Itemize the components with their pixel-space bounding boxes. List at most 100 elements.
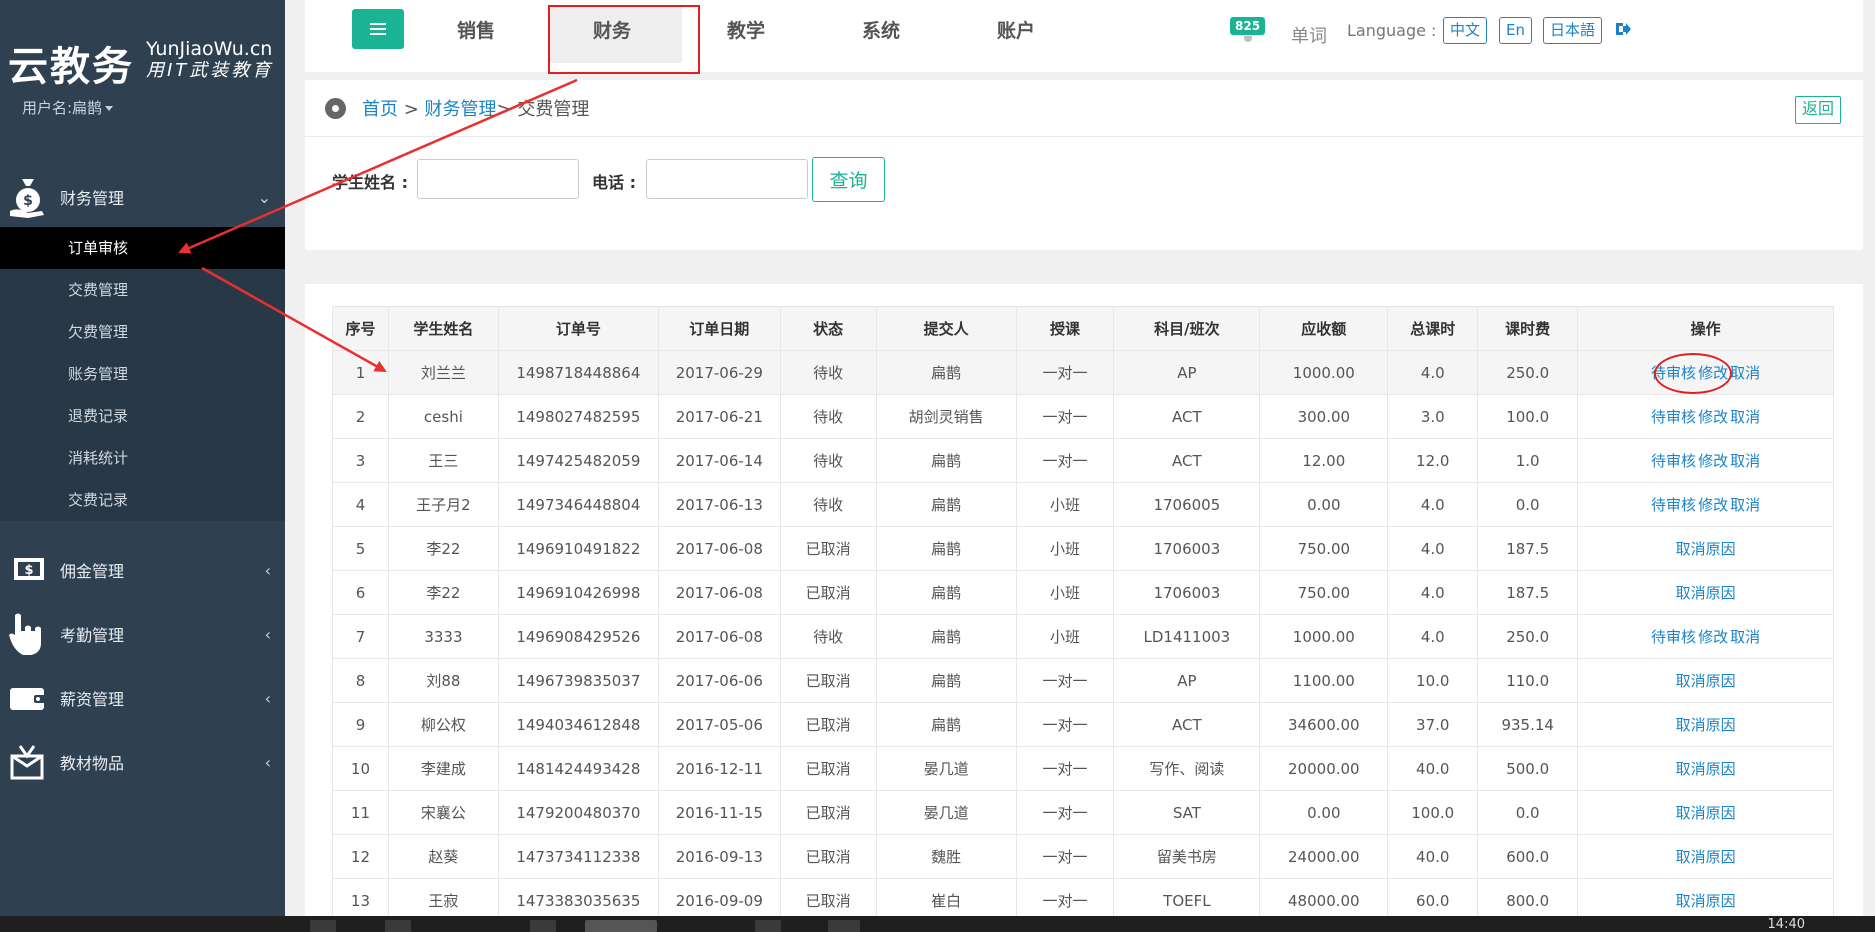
menu-head-commission[interactable]: $ 佣金管理 ‹ xyxy=(0,540,285,600)
notification-badge[interactable]: 825 xyxy=(1230,17,1266,35)
table-cell: 750.00 xyxy=(1259,570,1389,615)
review-link[interactable]: 待审核 xyxy=(1651,628,1696,646)
table-row[interactable]: 8 刘88 1496739835037 2017-06-06 已取消 扁鹊 一对一 AP 110… xyxy=(332,658,1834,703)
table-cell: 扁鹊 xyxy=(875,438,1017,483)
table-row[interactable]: 12 赵葵 1473734112338 2016-09-13 已取消 魏胜 一对一 留美书房 2… xyxy=(332,834,1834,879)
cancel-reason-link[interactable]: 取消原因 xyxy=(1676,672,1736,690)
cancel-link[interactable]: 取消 xyxy=(1730,628,1760,646)
word-link[interactable]: 单词 xyxy=(1291,22,1327,48)
edit-link[interactable]: 修改 xyxy=(1698,364,1728,382)
table-cell: 胡剑灵销售 xyxy=(875,394,1017,439)
cancel-link[interactable]: 取消 xyxy=(1730,408,1760,426)
submenu-item-payment-management[interactable]: 交费管理 xyxy=(0,269,285,311)
back-button[interactable]: 返回 xyxy=(1794,96,1841,124)
edit-link[interactable]: 修改 xyxy=(1698,496,1728,514)
query-button[interactable]: 查询 xyxy=(812,157,885,202)
sign-out-icon[interactable] xyxy=(1615,21,1631,41)
dollar-bill-icon: $ xyxy=(4,546,52,594)
taskbar-app-icon[interactable] xyxy=(385,920,411,932)
table-cell: 一对一 xyxy=(1015,702,1115,747)
nav-item-system[interactable]: 系统 xyxy=(862,16,900,43)
breadcrumb-home-link[interactable]: 首页 xyxy=(362,99,398,120)
table-cell: 柳公权 xyxy=(387,702,499,747)
user-menu[interactable]: 用户名:扁鹊 xyxy=(22,97,114,118)
submenu-item-accounts-management[interactable]: 账务管理 xyxy=(0,353,285,395)
menu-head-salary[interactable]: 薪资管理 ‹ xyxy=(0,668,285,728)
table-cell: 已取消 xyxy=(779,834,877,879)
cancel-reason-link[interactable]: 取消原因 xyxy=(1676,584,1736,602)
table-cell: 1498027482595 xyxy=(497,394,659,439)
cancel-link[interactable]: 取消 xyxy=(1730,364,1760,382)
table-cell: 40.0 xyxy=(1387,834,1479,879)
review-link[interactable]: 待审核 xyxy=(1651,364,1696,382)
menu-head-finance[interactable]: $ 财务管理 ⌄ xyxy=(0,167,285,227)
cancel-link[interactable]: 取消 xyxy=(1730,452,1760,470)
logo-side-text: YunJiaoWu.cn 用IT武装教育 xyxy=(146,38,273,82)
review-link[interactable]: 待审核 xyxy=(1651,408,1696,426)
table-cell: 待收 xyxy=(779,438,877,483)
nav-item-sales[interactable]: 销售 xyxy=(457,16,495,43)
table-row[interactable]: 2 ceshi 1498027482595 2017-06-21 待收 胡剑灵销售 一对一 A… xyxy=(332,394,1834,439)
table-cell: 1498718448864 xyxy=(497,350,659,395)
hamburger-icon xyxy=(370,28,386,30)
cancel-reason-link[interactable]: 取消原因 xyxy=(1676,804,1736,822)
submenu-item-consumption-stats[interactable]: 消耗统计 xyxy=(0,437,285,479)
svg-text:$: $ xyxy=(23,193,33,209)
language-button-en[interactable]: En xyxy=(1499,17,1532,44)
review-link[interactable]: 待审核 xyxy=(1651,496,1696,514)
table-row[interactable]: 3 王三 1497425482059 2017-06-14 待收 扁鹊 一对一 ACT 12.0… xyxy=(332,438,1834,483)
table-cell: 10 xyxy=(332,746,389,791)
table-row[interactable]: 11 宋襄公 1479200480370 2016-11-15 已取消 晏几道 一对一 SAT… xyxy=(332,790,1834,835)
cancel-link[interactable]: 取消 xyxy=(1730,496,1760,514)
language-button-ja[interactable]: 日本語 xyxy=(1543,17,1603,44)
menu-head-attendance[interactable]: 考勤管理 ‹ xyxy=(0,604,285,664)
menu-head-materials[interactable]: 教材物品 ‹ xyxy=(0,732,285,792)
taskbar-app-icon[interactable] xyxy=(828,920,860,932)
taskbar-app-icon[interactable] xyxy=(585,920,657,932)
menu-label-attendance: 考勤管理 xyxy=(60,626,125,645)
cancel-reason-link[interactable]: 取消原因 xyxy=(1676,760,1736,778)
edit-link[interactable]: 修改 xyxy=(1698,408,1728,426)
column-header: 订单日期 xyxy=(657,306,781,351)
taskbar-clock: 14:40 xyxy=(1767,917,1805,932)
table-row[interactable]: 10 李建成 1481424493428 2016-12-11 已取消 晏几道 一对一 写作、… xyxy=(332,746,1834,791)
logo[interactable]: 云教务 YunJiaoWu.cn 用IT武装教育 xyxy=(8,34,278,90)
submenu-item-arrears-management[interactable]: 欠费管理 xyxy=(0,311,285,353)
breadcrumb-section-link[interactable]: 财务管理 xyxy=(425,99,497,120)
cancel-reason-link[interactable]: 取消原因 xyxy=(1676,892,1736,910)
taskbar-app-icon[interactable] xyxy=(755,920,781,932)
menu-toggle-button[interactable] xyxy=(352,9,404,49)
table-cell: SAT xyxy=(1113,790,1261,835)
phone-label: 电话 : xyxy=(592,173,636,192)
cancel-reason-link[interactable]: 取消原因 xyxy=(1676,540,1736,558)
table-cell: 1496908429526 xyxy=(497,614,659,659)
review-link[interactable]: 待审核 xyxy=(1651,452,1696,470)
chevron-left-icon: ‹ xyxy=(264,624,271,644)
table-row[interactable]: 6 李22 1496910426998 2017-06-08 已取消 扁鹊 小班 170600… xyxy=(332,570,1834,615)
edit-link[interactable]: 修改 xyxy=(1698,452,1728,470)
taskbar-app-icon[interactable] xyxy=(530,920,556,932)
table-cell: 李22 xyxy=(387,526,499,571)
cancel-reason-link[interactable]: 取消原因 xyxy=(1676,716,1736,734)
nav-item-teaching[interactable]: 教学 xyxy=(727,16,765,43)
table-row[interactable]: 4 王子月2 1497346448804 2017-06-13 待收 扁鹊 小班 170600… xyxy=(332,482,1834,527)
table-cell: 王三 xyxy=(387,438,499,483)
cancel-reason-link[interactable]: 取消原因 xyxy=(1676,848,1736,866)
nav-item-account[interactable]: 账户 xyxy=(997,16,1035,43)
language-button-zh[interactable]: 中文 xyxy=(1443,17,1488,44)
table-row[interactable]: 5 李22 1496910491822 2017-06-08 已取消 扁鹊 小班 170600… xyxy=(332,526,1834,571)
student-name-input[interactable] xyxy=(417,159,579,199)
column-header: 提交人 xyxy=(875,306,1017,351)
table-row[interactable]: 7 3333 1496908429526 2017-06-08 待收 扁鹊 小班 LD1411… xyxy=(332,614,1834,659)
table-row[interactable]: 9 柳公权 1494034612848 2017-05-06 已取消 扁鹊 一对一 ACT 34… xyxy=(332,702,1834,747)
table-cell: 小班 xyxy=(1015,570,1115,615)
table-row[interactable]: 1 刘兰兰 1498718448864 2017-06-29 待收 扁鹊 一对一 AP 1000… xyxy=(332,350,1834,395)
taskbar-app-icon[interactable] xyxy=(310,920,336,932)
phone-input[interactable] xyxy=(646,159,808,199)
submenu-item-payment-records[interactable]: 交费记录 xyxy=(0,479,285,521)
edit-link[interactable]: 修改 xyxy=(1698,628,1728,646)
table-cell: 1000.00 xyxy=(1259,350,1389,395)
table-cell: 1473734112338 xyxy=(497,834,659,879)
submenu-item-order-review[interactable]: 订单审核 xyxy=(0,227,285,269)
submenu-item-refund-records[interactable]: 退费记录 xyxy=(0,395,285,437)
